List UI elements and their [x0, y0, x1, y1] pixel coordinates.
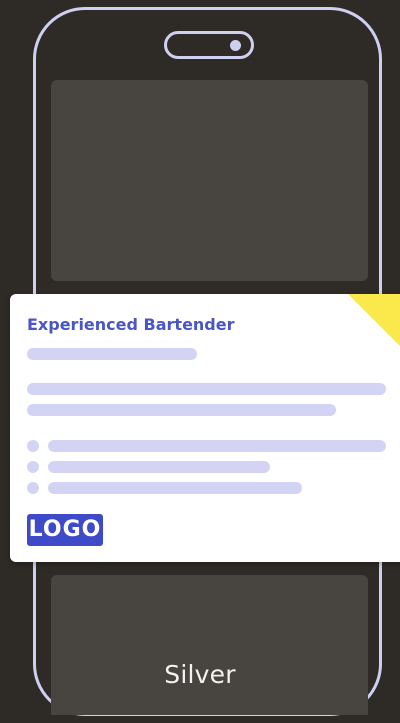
- description-placeholder-line: [27, 383, 386, 395]
- bullet-placeholder-line: [48, 461, 270, 473]
- screen-panel-bottom: [51, 575, 368, 715]
- screen-panel-top: [51, 80, 368, 281]
- bullet-icon: [27, 482, 39, 494]
- subtitle-placeholder: [27, 348, 197, 360]
- device-model-label: Silver: [164, 660, 236, 689]
- stage: Silver Experienced Bartender LOGO: [0, 0, 400, 723]
- corner-flag-icon: [348, 294, 400, 346]
- bullet-icon: [27, 440, 39, 452]
- phone-notch: [164, 31, 254, 59]
- job-title[interactable]: Experienced Bartender: [27, 315, 235, 334]
- job-card[interactable]: Experienced Bartender LOGO: [10, 294, 400, 562]
- company-logo: LOGO: [27, 514, 103, 546]
- description-placeholder-line: [27, 404, 336, 416]
- camera-icon: [230, 40, 241, 51]
- bullet-placeholder-line: [48, 482, 302, 494]
- bullet-placeholder-line: [48, 440, 386, 452]
- bullet-icon: [27, 461, 39, 473]
